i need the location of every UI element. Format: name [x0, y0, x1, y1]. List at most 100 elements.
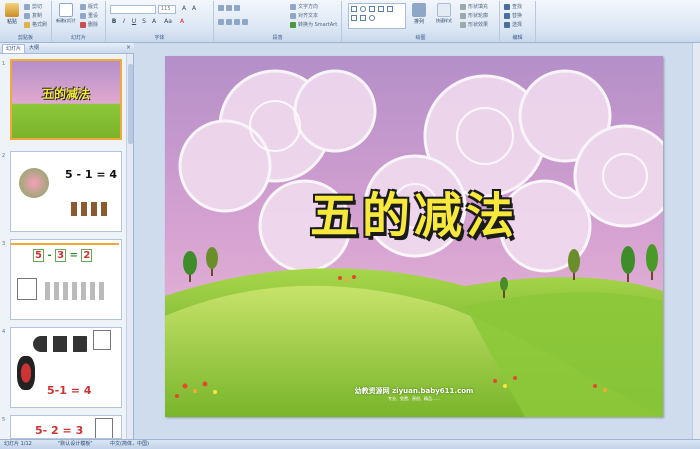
bullets-button[interactable]	[218, 4, 242, 12]
animals-image	[71, 202, 111, 216]
thumbnail-equation: 5-1 = 4	[47, 384, 92, 397]
tab-slides[interactable]: 幻灯片	[2, 44, 26, 53]
status-bar: 幻灯片 1/12 "默认设计模板" 中文(简体，中国)	[0, 439, 700, 449]
tab-outline[interactable]: 大纲	[26, 44, 42, 53]
shape-effects-button[interactable]: 形状效果	[460, 21, 488, 29]
font-group: 115 A A B I U S A Aa A 字体	[106, 1, 214, 42]
cut-button[interactable]: 剪切	[24, 3, 42, 11]
replace-button[interactable]: 替换	[504, 12, 522, 20]
text-direction-button[interactable]: 文字方向	[290, 3, 318, 11]
slide-canvas[interactable]: 五的减法 幼教资源网 ziyuan.baby611.com 专业、免费、原创、精…	[165, 56, 663, 417]
slide-number: 5	[2, 417, 6, 423]
editor-scrollbar[interactable]	[692, 43, 700, 439]
flower-image	[19, 168, 49, 198]
layout-icon	[80, 3, 86, 10]
panel-scrollbar[interactable]	[126, 54, 133, 439]
star-icon[interactable]	[360, 15, 366, 21]
smartart-icon	[290, 21, 296, 28]
font-name-box[interactable]	[110, 5, 156, 14]
close-icon[interactable]: ×	[126, 44, 131, 51]
select-button[interactable]: 选择	[504, 21, 522, 29]
paste-button[interactable]: 粘贴	[3, 3, 21, 31]
shapes-gallery[interactable]	[348, 3, 406, 29]
group-label-slides: 幻灯片	[70, 35, 86, 41]
new-slide-icon	[59, 3, 73, 17]
font-size-box[interactable]: 115	[158, 5, 176, 14]
slide-title[interactable]: 五的减法	[165, 176, 663, 246]
birds-image	[45, 282, 105, 300]
slide-number: 4	[2, 329, 6, 335]
bold-button[interactable]: B	[110, 18, 118, 26]
brush-icon	[24, 21, 30, 28]
copy-button[interactable]: 复制	[24, 12, 42, 20]
drawing-group: 排列 快速样式 形状填充 形状轮廓 形状效果 绘图	[342, 1, 500, 42]
slide-counter: 幻灯片 1/12	[4, 441, 32, 447]
slide-number: 2	[2, 153, 6, 159]
cursor-icon	[504, 21, 510, 28]
triangle-icon[interactable]	[387, 6, 393, 12]
smartart-button[interactable]: 转换为 SmartArt	[290, 21, 337, 29]
editing-group: 查找 替换 选择 编辑	[500, 1, 536, 42]
reset-button[interactable]: 重设	[80, 12, 98, 20]
rectangle-icon[interactable]	[351, 6, 357, 12]
quick-styles-icon	[437, 3, 451, 17]
slide-number: 1	[2, 61, 6, 67]
spacing-button[interactable]: A	[150, 18, 158, 26]
shrink-font-button[interactable]: A	[190, 5, 198, 13]
shape-fill-button[interactable]: 形状填充	[460, 3, 488, 11]
arrange-button[interactable]: 排列	[410, 3, 428, 31]
binoculars-icon	[504, 3, 510, 10]
picture-frame-image	[17, 278, 37, 300]
soccer-balls-image	[33, 336, 93, 352]
shape-outline-button[interactable]: 形状轮廓	[460, 12, 488, 20]
font-color-button[interactable]: A	[178, 18, 186, 26]
group-label-paragraph: 段落	[272, 35, 283, 41]
underline-button[interactable]: U	[130, 18, 138, 26]
numbered-list-icon	[226, 4, 232, 11]
callout-icon[interactable]	[351, 15, 357, 21]
slide-thumbnail-4[interactable]: 5-1 = 4	[10, 327, 122, 408]
thumbnail-equation: 5 - 3 = 2	[33, 249, 93, 262]
picture-frame-image	[95, 418, 113, 438]
paragraph-group: 文字方向 对齐文本 转换为 SmartArt 段落	[214, 1, 342, 42]
find-button[interactable]: 查找	[504, 3, 522, 11]
group-label-editing: 编辑	[512, 35, 523, 41]
thumbnail-title: 五的减法	[41, 87, 90, 101]
justify-icon	[242, 18, 248, 25]
slide-thumbnail-5[interactable]: 5- 2 = 3	[10, 415, 122, 439]
align-text-button[interactable]: 对齐文本	[290, 12, 318, 20]
panel-tabs: 幻灯片 大纲 ×	[0, 43, 134, 54]
text-direction-icon	[290, 3, 296, 10]
scroll-thumb[interactable]	[128, 64, 133, 144]
layout-button[interactable]: 版式	[80, 3, 98, 11]
quick-styles-button[interactable]: 快速样式	[432, 3, 456, 31]
arrow-icon[interactable]	[378, 6, 384, 12]
circle-icon[interactable]	[369, 15, 375, 21]
format-painter-button[interactable]: 格式刷	[24, 21, 47, 29]
language-status[interactable]: 中文(简体，中国)	[110, 440, 149, 449]
slide-number: 3	[2, 241, 6, 247]
new-slide-button[interactable]: 新建幻灯片	[55, 3, 77, 31]
delete-slide-button[interactable]: 删除	[80, 21, 98, 29]
grow-font-button[interactable]: A	[180, 5, 188, 13]
change-case-button[interactable]: Aa	[162, 18, 174, 26]
italic-button[interactable]: I	[120, 18, 128, 26]
scissors-icon	[24, 3, 30, 10]
align-text-icon	[290, 12, 296, 19]
reset-icon	[80, 12, 86, 19]
watermark-sub: 专业、免费、原创、精品……	[388, 396, 440, 401]
list-icon	[218, 4, 224, 11]
slide-thumbnail-2[interactable]: 5 - 1 = 4	[10, 151, 122, 232]
shadow-button[interactable]: S	[140, 18, 148, 26]
line-icon[interactable]	[369, 6, 375, 12]
align-center-icon	[226, 18, 232, 25]
effects-icon	[460, 21, 466, 28]
indent-icon	[234, 4, 240, 11]
align-buttons[interactable]	[218, 18, 250, 26]
slide-thumbnail-3[interactable]: 5 - 3 = 2	[10, 239, 122, 320]
slide-thumbnail-1[interactable]: 五的减法	[10, 59, 122, 140]
group-label-drawing: 绘图	[415, 35, 426, 41]
oval-icon[interactable]	[360, 6, 366, 12]
thumbnail-equation: 5- 2 = 3	[35, 424, 84, 437]
slide-editor: 五的减法 幼教资源网 ziyuan.baby611.com 专业、免费、原创、精…	[135, 43, 700, 439]
